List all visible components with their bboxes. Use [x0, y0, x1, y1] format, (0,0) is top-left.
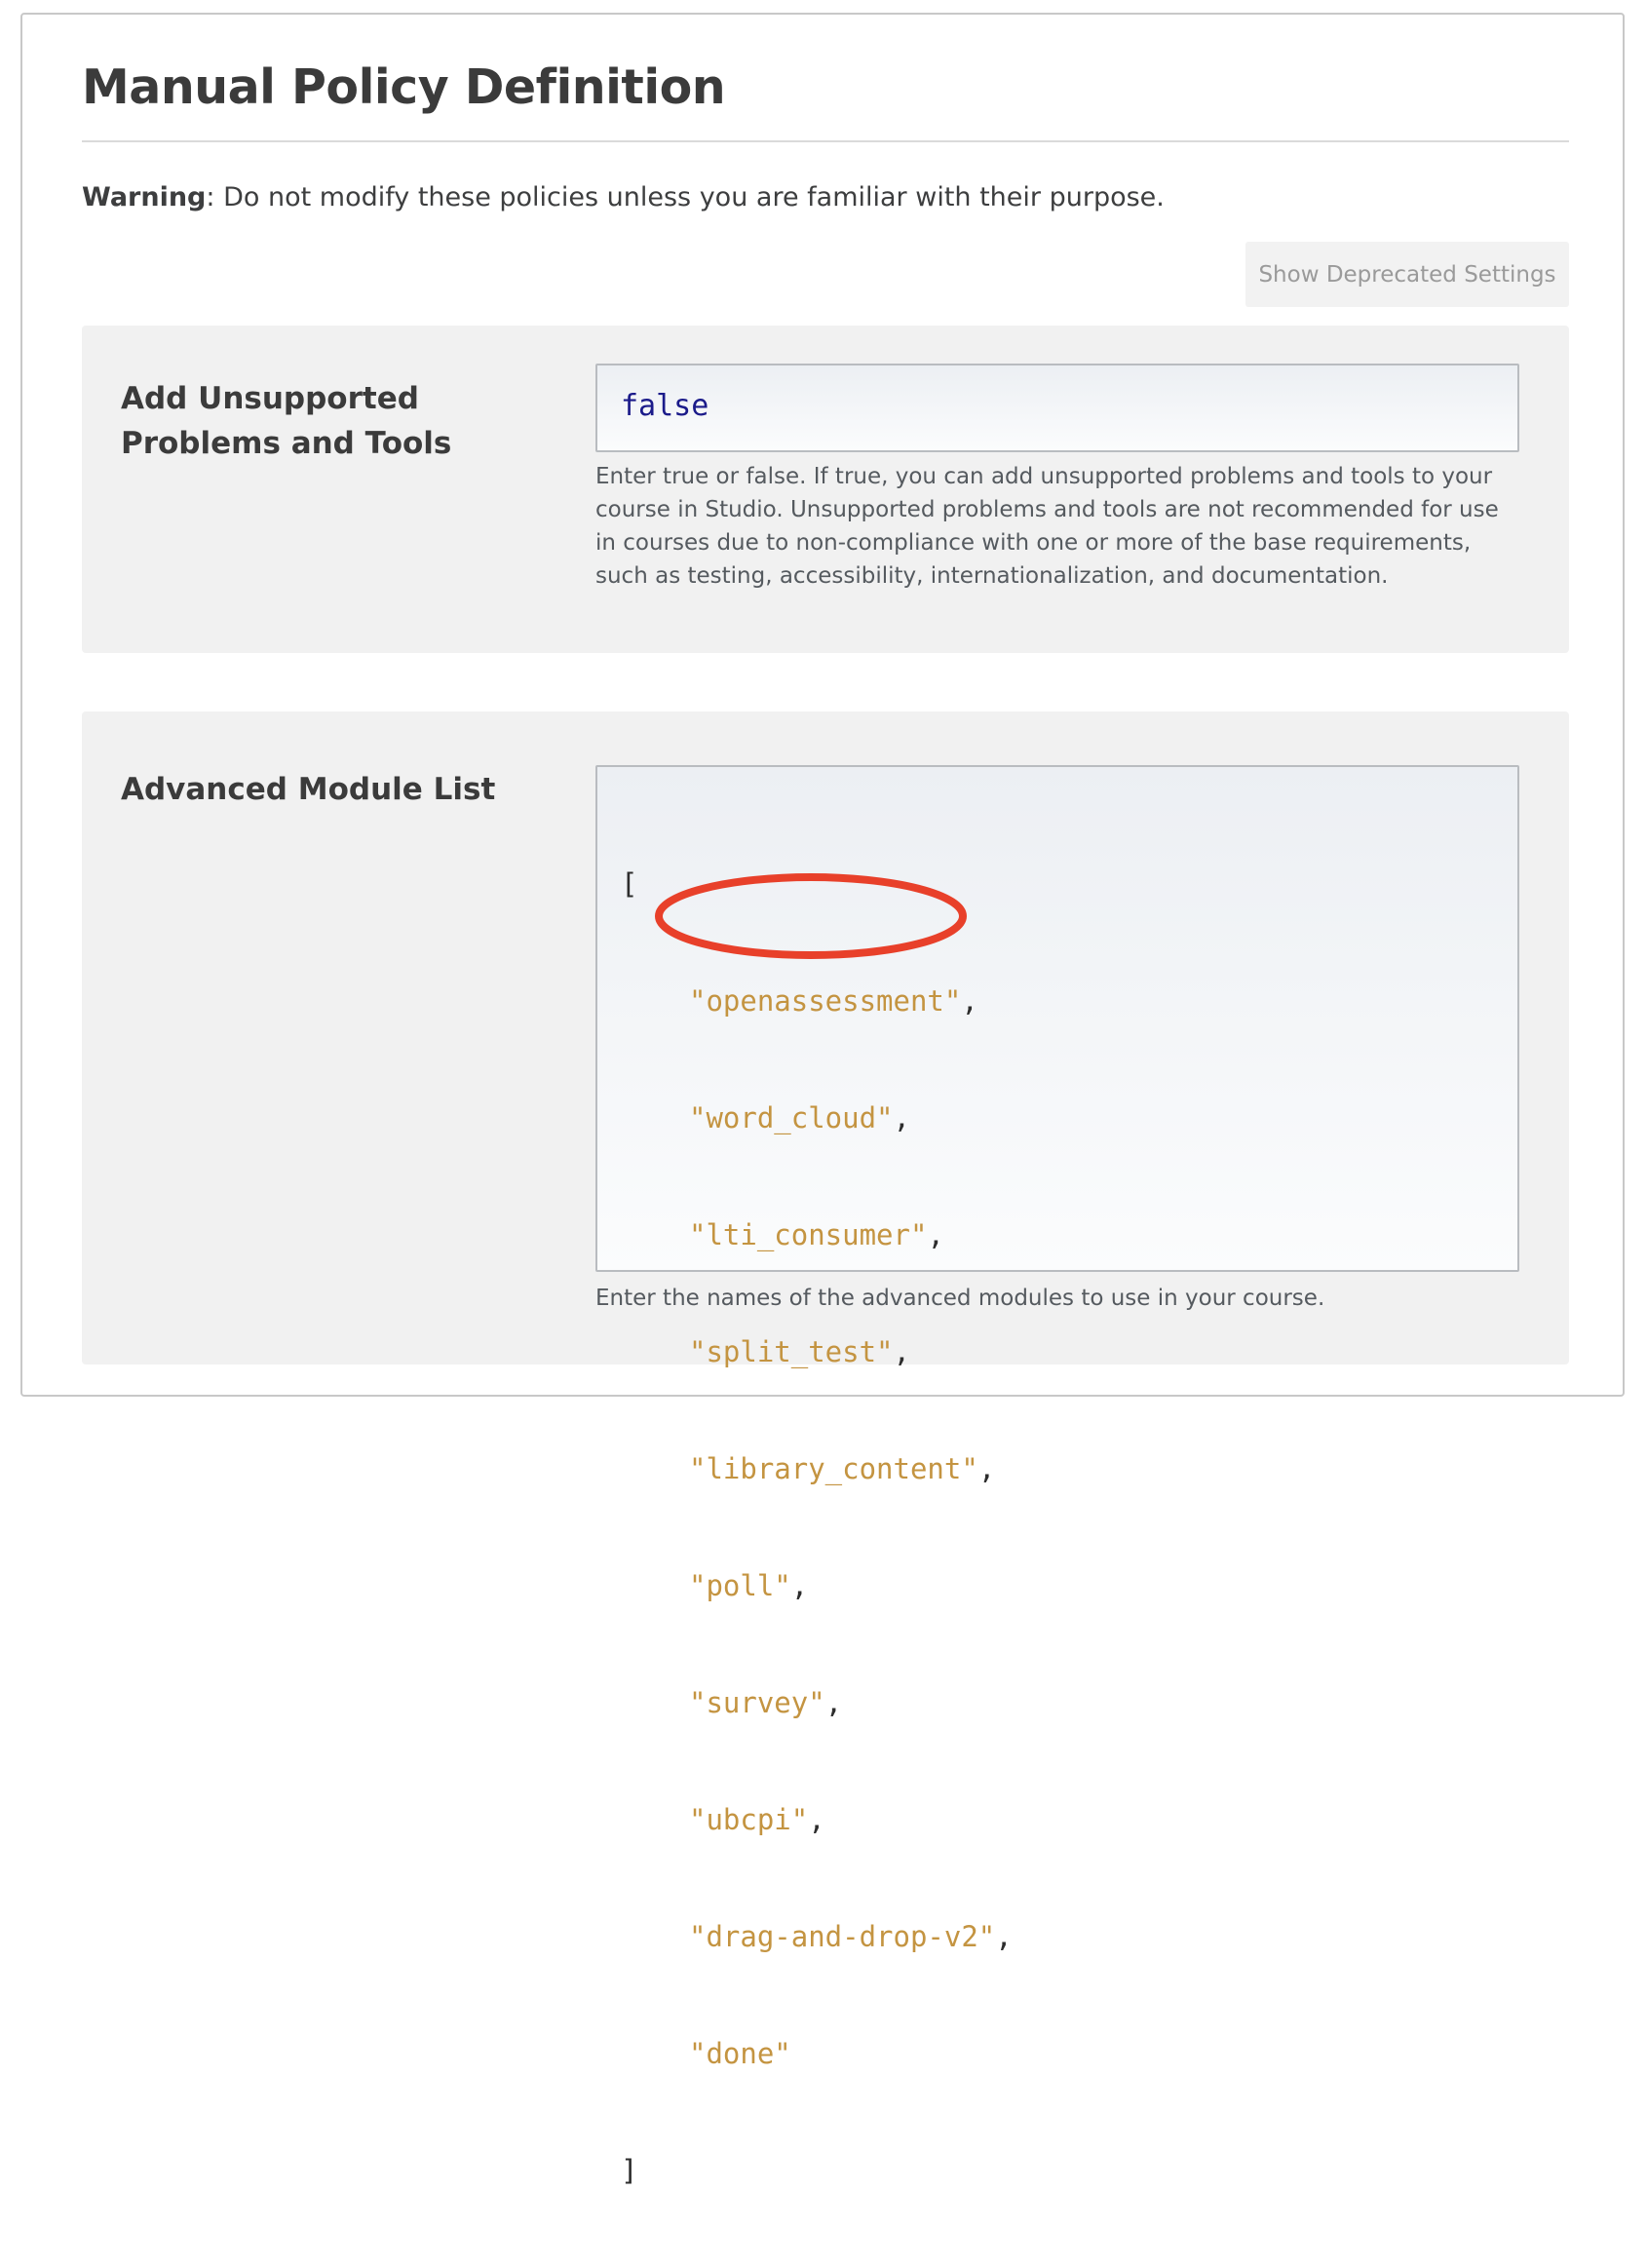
warning-text: : Do not modify these policies unless yo…	[206, 182, 1165, 212]
module-separator: ,	[893, 1335, 910, 1368]
module-separator: ,	[927, 1218, 944, 1251]
module-separator: ,	[995, 1920, 1013, 1953]
module-name: "lti_consumer"	[689, 1218, 928, 1251]
module-name: "ubcpi"	[689, 1803, 809, 1836]
module-name: "done"	[689, 2037, 791, 2070]
module-name: "word_cloud"	[689, 1101, 894, 1134]
module-name: "split_test"	[689, 1335, 894, 1368]
code-open-bracket: [	[621, 867, 638, 901]
module-list-code: [ "openassessment", "word_cloud", "lti_c…	[621, 787, 1013, 2268]
setting-help-text: Enter the names of the advanced modules …	[595, 1286, 1325, 1311]
code-close-bracket: ]	[621, 2154, 638, 2187]
module-entry: "openassessment",	[621, 981, 1013, 1020]
module-entry: "lti_consumer",	[621, 1215, 1013, 1254]
setting-label: Add Unsupported Problems and Tools	[121, 381, 452, 461]
module-entry: "survey",	[621, 1683, 1013, 1722]
module-entry: "split_test",	[621, 1332, 1013, 1371]
policy-panel: Manual Policy Definition Warning: Do not…	[20, 13, 1625, 2187]
module-entry: "word_cloud",	[621, 1098, 1013, 1137]
setting-help-text: Enter true or false. If true, you can ad…	[595, 464, 1499, 589]
module-name: "library_content"	[689, 1452, 978, 1485]
module-entry: "drag-and-drop-v2",	[621, 1917, 1013, 1956]
module-separator: ,	[977, 1452, 996, 1485]
module-separator: ,	[790, 1569, 809, 1602]
module-list-editor[interactable]: [ "openassessment", "word_cloud", "lti_c…	[595, 765, 1519, 2187]
module-separator: ,	[961, 984, 978, 1018]
setting-value-field[interactable]: false	[595, 364, 1519, 452]
title-divider	[82, 140, 1569, 142]
setting-label: Advanced Module List	[121, 772, 496, 807]
page-title: Manual Policy Definition	[82, 59, 726, 115]
setting-add-unsupported-problems: Add Unsupported Problems and Tools false…	[82, 326, 1569, 653]
warning-message: Warning: Do not modify these policies un…	[82, 182, 1165, 212]
module-entry: "poll",	[621, 1566, 1013, 1605]
setting-value-text: false	[621, 389, 709, 423]
module-name: "drag-and-drop-v2"	[689, 1920, 996, 1953]
setting-advanced-module-list: Advanced Module List [ "openassessment",…	[82, 711, 1569, 2187]
module-name: "poll"	[689, 1569, 791, 1602]
module-separator: ,	[808, 1803, 825, 1836]
module-name: "survey"	[689, 1686, 825, 1719]
module-entry: "done"	[621, 2034, 1013, 2073]
warning-label: Warning	[82, 182, 207, 212]
module-entry: "ubcpi",	[621, 1800, 1013, 1839]
module-name: "openassessment"	[689, 984, 962, 1018]
show-deprecated-settings-button[interactable]: Show Deprecated Settings	[1245, 242, 1569, 307]
module-separator: ,	[893, 1101, 910, 1134]
module-separator: ,	[824, 1686, 843, 1719]
module-entry: "library_content",	[621, 1449, 1013, 1488]
